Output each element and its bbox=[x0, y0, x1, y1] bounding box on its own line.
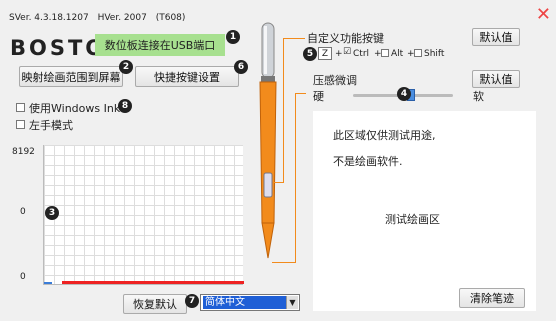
alt-label: Alt bbox=[391, 49, 404, 59]
key-value-input[interactable]: Z bbox=[318, 47, 332, 60]
connector-upper-top bbox=[283, 38, 305, 39]
shortcut-settings-button[interactable]: 快捷按键设置 bbox=[135, 66, 239, 87]
windows-ink-label: 使用Windows Ink bbox=[29, 102, 121, 115]
marker-8: 8 bbox=[118, 99, 132, 113]
hver-text: HVer. 2007 bbox=[97, 13, 147, 23]
connector-upper-v bbox=[283, 38, 284, 183]
marker-4: 4 bbox=[397, 87, 411, 101]
pressure-title: 压感微调 bbox=[313, 74, 357, 87]
soft-label: 软 bbox=[473, 90, 484, 103]
ctrl-label: Ctrl bbox=[353, 49, 370, 59]
test-drawing-area[interactable]: 此区域仅供测试用途, 不是绘画软件. 测试绘画区 清除笔迹 bbox=[313, 111, 536, 311]
connector-upper-h bbox=[274, 182, 284, 183]
version-info: SVer. 4.3.18.1207 HVer. 2007 (T608) bbox=[9, 13, 185, 23]
connector-lower-v bbox=[295, 93, 296, 263]
graph-y-bottom-label: 0 bbox=[20, 272, 26, 282]
map-to-screen-button[interactable]: 映射绘画范围到屏幕 bbox=[19, 66, 123, 87]
sver-text: SVer. 4.3.18.1207 bbox=[9, 13, 89, 23]
chevron-down-icon[interactable]: ▼ bbox=[286, 296, 298, 309]
marker-2: 2 bbox=[119, 60, 133, 74]
close-icon[interactable]: ✕ bbox=[536, 4, 551, 25]
marker-5: 5 bbox=[303, 47, 317, 61]
test-note-line1: 此区域仅供测试用途, bbox=[333, 129, 436, 142]
marker-1: 1 bbox=[226, 30, 240, 44]
marker-3: 3 bbox=[45, 206, 59, 220]
pressure-curve-line bbox=[62, 281, 244, 284]
test-area-title: 测试绘画区 bbox=[385, 213, 440, 226]
usb-status-badge: 数位板连接在USB端口 bbox=[95, 34, 225, 56]
hard-label: 硬 bbox=[313, 90, 324, 103]
pressure-graph bbox=[43, 145, 244, 285]
default-pressure-button[interactable]: 默认值 bbox=[472, 70, 520, 88]
marker-7: 7 bbox=[185, 294, 199, 308]
restore-default-button[interactable]: 恢复默认 bbox=[123, 294, 187, 314]
graph-start-mark bbox=[44, 282, 52, 284]
plus-sign: + bbox=[335, 49, 343, 59]
left-hand-label: 左手模式 bbox=[29, 119, 73, 132]
model-text: (T608) bbox=[155, 13, 186, 23]
ctrl-checkbox[interactable]: ☑ bbox=[343, 47, 351, 57]
custom-keys-title: 自定义功能按键 bbox=[307, 32, 384, 45]
pen-illustration bbox=[259, 22, 277, 259]
windows-ink-checkbox[interactable] bbox=[16, 103, 25, 112]
shift-label: Shift bbox=[424, 49, 445, 59]
language-selected-value: 简体中文 bbox=[203, 296, 287, 309]
bosto-logo: BOSTO bbox=[10, 36, 107, 60]
graph-y-mid-label: 0 bbox=[20, 207, 26, 217]
default-keys-button[interactable]: 默认值 bbox=[472, 28, 520, 46]
test-note-line2: 不是绘画软件. bbox=[333, 155, 403, 168]
clear-strokes-button[interactable]: 清除笔迹 bbox=[459, 288, 525, 308]
shift-checkbox[interactable] bbox=[414, 49, 422, 57]
left-hand-checkbox[interactable] bbox=[16, 120, 25, 129]
marker-6: 6 bbox=[234, 60, 248, 74]
connector-lower-h bbox=[272, 262, 296, 263]
graph-y-top-label: 8192 bbox=[12, 147, 35, 157]
alt-checkbox[interactable] bbox=[381, 49, 389, 57]
connector-lower-top bbox=[295, 93, 306, 94]
language-select[interactable]: 简体中文 ▼ bbox=[200, 294, 300, 311]
